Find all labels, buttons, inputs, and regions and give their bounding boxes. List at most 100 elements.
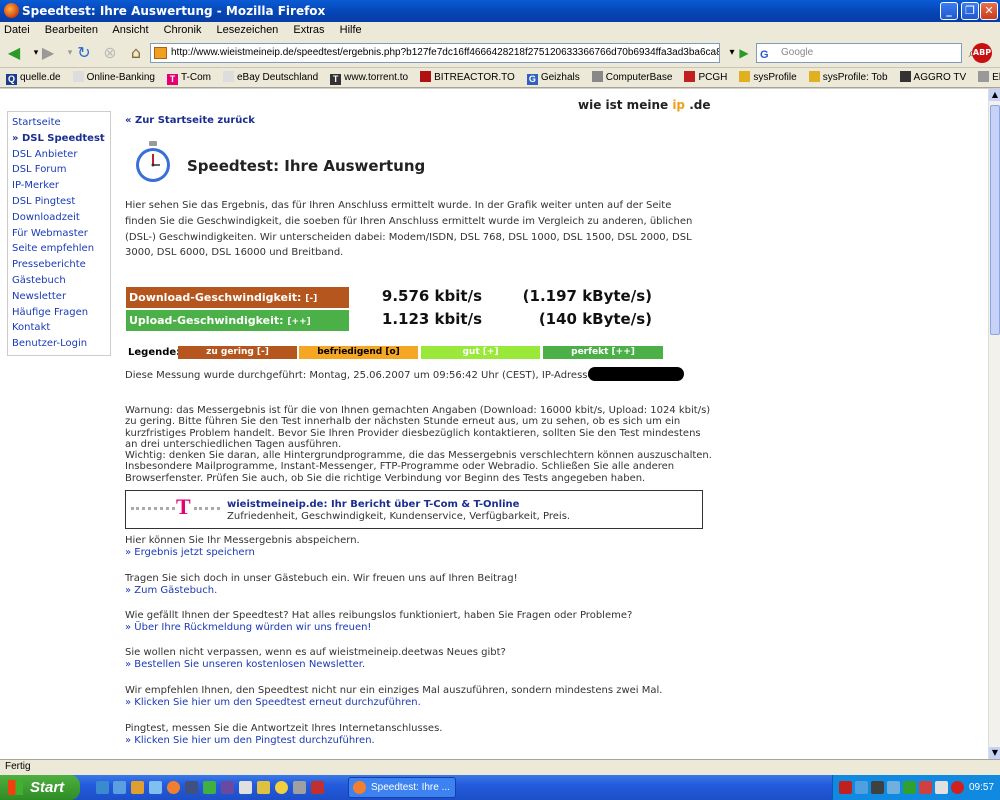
back-to-home-link[interactable]: « Zur Startseite zurück bbox=[125, 115, 255, 126]
paragraph-link[interactable]: » Zum Gästebuch. bbox=[125, 585, 518, 597]
quicklaunch-app3-icon[interactable] bbox=[221, 781, 234, 794]
maximize-button[interactable]: ❐ bbox=[961, 2, 979, 20]
back-icon[interactable]: ◀ bbox=[4, 43, 24, 63]
menu-ansicht[interactable]: Ansicht bbox=[112, 24, 148, 36]
menu-hilfe[interactable]: Hilfe bbox=[340, 24, 362, 36]
adblock-plus-icon[interactable]: ABP bbox=[972, 43, 992, 63]
sidebar-item-8[interactable]: Seite empfehlen bbox=[12, 241, 106, 257]
sidebar-item-9[interactable]: Presseberichte bbox=[12, 257, 106, 273]
sidebar-item-13[interactable]: Kontakt bbox=[12, 320, 106, 336]
tray-network-icon[interactable] bbox=[855, 781, 868, 794]
sidebar-item-14[interactable]: Benutzer-Login bbox=[12, 336, 106, 352]
sidebar-item-0[interactable]: Startseite bbox=[12, 115, 106, 131]
bookmark-item[interactable]: sysProfile: Tob bbox=[808, 68, 888, 87]
sidebar-item-2[interactable]: DSL Anbieter bbox=[12, 147, 106, 163]
bookmark-item[interactable]: G Geizhals bbox=[526, 68, 580, 87]
upload-kbits: 1.123 kbit/s bbox=[381, 310, 482, 328]
aggro-icon bbox=[899, 71, 911, 82]
sidebar-item-11[interactable]: Newsletter bbox=[12, 289, 106, 305]
bookmark-label: PCGH bbox=[698, 72, 728, 83]
status-text: Fertig bbox=[5, 761, 31, 772]
stop-icon[interactable]: ⊗ bbox=[100, 43, 120, 63]
download-label-text: Download-Geschwindigkeit: bbox=[129, 291, 302, 304]
close-button[interactable]: ✕ bbox=[980, 2, 998, 20]
bookmark-item[interactable]: Qquelle.de bbox=[6, 68, 61, 87]
quicklaunch-app5-icon[interactable] bbox=[293, 781, 306, 794]
sidebar-item-4[interactable]: IP-Merker bbox=[12, 178, 106, 194]
sidebar-item-3[interactable]: DSL Forum bbox=[12, 162, 106, 178]
upload-rating: [++] bbox=[287, 317, 311, 327]
bookmark-item[interactable]: eBay Deutschland bbox=[222, 68, 318, 87]
bookmark-item[interactable]: AGGRO TV bbox=[899, 68, 966, 87]
quicklaunch-steam-icon[interactable] bbox=[185, 781, 198, 794]
tray-app2-icon[interactable] bbox=[887, 781, 900, 794]
paragraph-link[interactable]: » Über Ihre Rückmeldung würden wir uns f… bbox=[125, 622, 632, 634]
tcom-report-link[interactable]: wieistmeineip.de: Ihr Bericht über T-Com… bbox=[227, 499, 519, 510]
paragraph-text: Wir empfehlen Ihnen, den Speedtest nicht… bbox=[125, 685, 663, 696]
taskbar-firefox-window[interactable]: Speedtest: Ihre ... bbox=[348, 777, 456, 798]
tray-app3-icon[interactable] bbox=[903, 781, 916, 794]
sidebar-item-10[interactable]: Gästebuch bbox=[12, 273, 106, 289]
quicklaunch-ie-icon[interactable] bbox=[113, 781, 126, 794]
quicklaunch-explorer-icon[interactable] bbox=[131, 781, 144, 794]
menu-lesezeichen[interactable]: Lesezeichen bbox=[217, 24, 279, 36]
legend-zu-gering: zu gering [-] bbox=[178, 346, 297, 359]
quicklaunch-app4-icon[interactable] bbox=[239, 781, 252, 794]
bookmark-item[interactable]: BITREACTOR.TO bbox=[420, 68, 515, 87]
info-paragraph: Tragen Sie sich doch in unser Gästebuch … bbox=[125, 573, 518, 596]
forward-icon[interactable]: ▶ bbox=[38, 43, 58, 63]
bookmark-item[interactable]: ComputerBase bbox=[591, 68, 672, 87]
scroll-thumb[interactable] bbox=[990, 105, 1000, 335]
quicklaunch-app6-icon[interactable] bbox=[311, 781, 324, 794]
menu-extras[interactable]: Extras bbox=[293, 24, 324, 36]
info-paragraph: Wir empfehlen Ihnen, den Speedtest nicht… bbox=[125, 685, 662, 708]
window-title: Speedtest: Ihre Auswertung - Mozilla Fir… bbox=[22, 4, 326, 18]
minimize-button[interactable]: _ bbox=[940, 2, 958, 20]
sidebar-item-1[interactable]: » DSL Speedtest bbox=[12, 131, 106, 147]
quicklaunch-messenger-icon[interactable] bbox=[275, 781, 288, 794]
go-icon[interactable]: ▶ bbox=[734, 43, 754, 63]
search-input[interactable]: G Google bbox=[756, 43, 962, 63]
page-content: Startseite» DSL Speedtest DSL Anbieter DSL… bbox=[0, 89, 988, 759]
address-bar[interactable]: http://www.wieistmeineip.de/speedtest/er… bbox=[150, 43, 720, 63]
tcom-report-banner[interactable]: T wieistmeineip.de: Ihr Bericht über T-C… bbox=[125, 490, 703, 529]
bookmark-label: www.torrent.to bbox=[344, 72, 409, 83]
tray-ati-icon[interactable] bbox=[839, 781, 852, 794]
bookmark-item[interactable]: T T-Com bbox=[166, 68, 211, 87]
quicklaunch-app2-icon[interactable] bbox=[203, 781, 216, 794]
site-logo[interactable]: wie ist meine ip .de bbox=[578, 98, 710, 112]
paragraph-link[interactable]: » Klicken Sie hier um den Speedtest erne… bbox=[125, 697, 662, 709]
sidebar-item-6[interactable]: Downloadzeit bbox=[12, 210, 106, 226]
paragraph-link[interactable]: » Klicken Sie hier um den Pingtest durch… bbox=[125, 735, 442, 747]
menu-chronik[interactable]: Chronik bbox=[164, 24, 202, 36]
menu-datei[interactable]: Datei bbox=[4, 24, 30, 36]
quicklaunch-app-icon[interactable] bbox=[149, 781, 162, 794]
intro-text: Hier sehen Sie das Ergebnis, das für Ihr… bbox=[125, 200, 693, 259]
tray-app4-icon[interactable] bbox=[951, 781, 964, 794]
tray-volume-icon[interactable] bbox=[935, 781, 948, 794]
tray-app-icon[interactable] bbox=[871, 781, 884, 794]
bookmark-item[interactable]: Online-Banking bbox=[72, 68, 155, 87]
reload-icon[interactable]: ↻ bbox=[74, 43, 94, 63]
bookmark-item[interactable]: PCGH bbox=[684, 68, 728, 87]
quicklaunch-winamp-icon[interactable] bbox=[257, 781, 270, 794]
quicklaunch-firefox-icon[interactable] bbox=[167, 781, 180, 794]
bookmark-item[interactable]: Electronic Sports Lea... bbox=[978, 68, 1000, 87]
scroll-down-icon[interactable]: ▼ bbox=[989, 747, 1000, 759]
menu-bearbeiten[interactable]: Bearbeiten bbox=[45, 24, 98, 36]
redacted-ip-address bbox=[588, 367, 684, 381]
sidebar-item-12[interactable]: Häufige Fragen bbox=[12, 305, 106, 321]
start-button[interactable]: Start bbox=[0, 775, 80, 800]
sidebar-item-7[interactable]: Für Webmaster bbox=[12, 226, 106, 242]
bitreactor-icon bbox=[420, 71, 432, 82]
vertical-scrollbar[interactable]: ▲ ▼ bbox=[988, 89, 1000, 759]
paragraph-link[interactable]: » Bestellen Sie unseren kostenlosen News… bbox=[125, 659, 506, 671]
sidebar-item-5[interactable]: DSL Pingtest bbox=[12, 194, 106, 210]
bookmark-item[interactable]: Twww.torrent.to bbox=[330, 68, 409, 87]
scroll-up-icon[interactable]: ▲ bbox=[989, 89, 1000, 101]
tray-antivirus-icon[interactable] bbox=[919, 781, 932, 794]
paragraph-link[interactable]: » Ergebnis jetzt speichern bbox=[125, 547, 360, 559]
home-icon[interactable]: ⌂ bbox=[126, 43, 146, 63]
bookmark-item[interactable]: sysProfile bbox=[739, 68, 797, 87]
quicklaunch-desktop-icon[interactable] bbox=[96, 781, 109, 794]
